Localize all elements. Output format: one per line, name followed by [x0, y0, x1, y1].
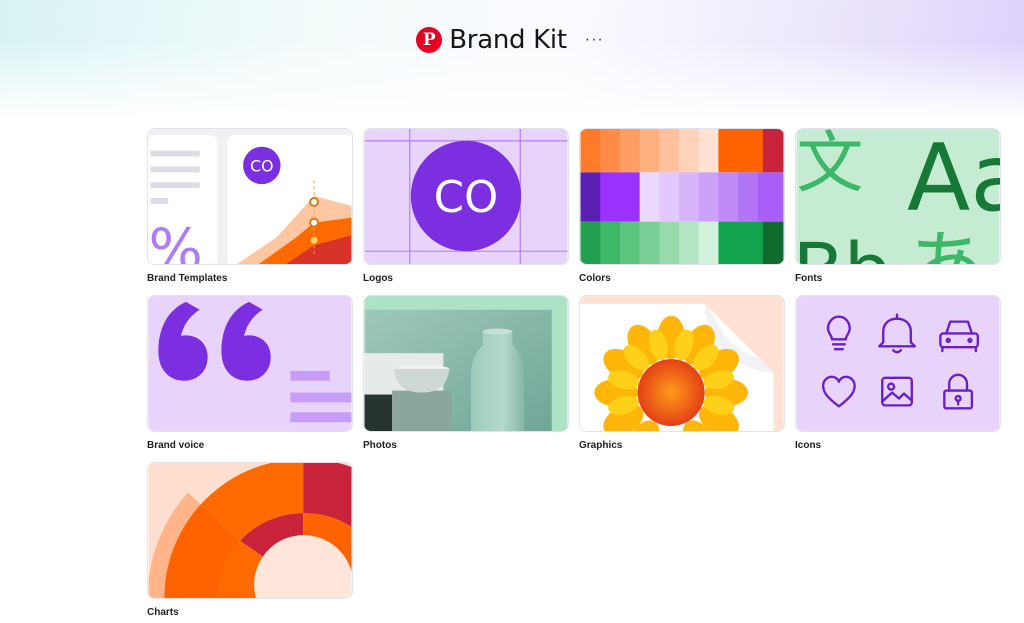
header-gradient — [0, 0, 1024, 120]
svg-text:CO: CO — [250, 156, 273, 175]
card-colors[interactable]: Colors — [579, 128, 785, 284]
card-icons[interactable]: Icons — [795, 295, 1001, 451]
photo-vases-illustration — [364, 296, 568, 431]
brand-templates-thumbnail: % CO — [147, 128, 353, 265]
card-graphics[interactable]: Graphics — [579, 295, 785, 451]
card-label: Graphics — [579, 440, 623, 451]
fonts-illustration: 文 Aa Bb あ — [796, 129, 1000, 264]
icons-thumbnail — [795, 295, 1001, 432]
card-label: Brand Templates — [147, 273, 228, 284]
card-logos[interactable]: CO Logos — [363, 128, 569, 284]
svg-text:%: % — [149, 217, 203, 264]
more-options-button[interactable]: ··· — [581, 30, 608, 50]
icons-illustration — [796, 296, 1000, 431]
svg-text:文: 文 — [797, 129, 864, 202]
card-label: Photos — [363, 440, 397, 451]
card-charts[interactable]: Charts — [147, 462, 353, 618]
card-brand-voice[interactable]: Brand voice — [147, 295, 353, 451]
brand-templates-illustration: % CO — [148, 129, 352, 264]
charts-thumbnail — [147, 462, 353, 599]
card-fonts[interactable]: 文 Aa Bb あ Fonts — [795, 128, 1001, 284]
brand-voice-thumbnail — [147, 295, 353, 432]
photos-thumbnail — [363, 295, 569, 432]
charts-illustration — [148, 463, 352, 598]
card-label: Colors — [579, 273, 611, 284]
card-label: Fonts — [795, 273, 823, 284]
svg-text:Bb: Bb — [796, 227, 891, 264]
graphics-thumbnail — [579, 295, 785, 432]
brand-logo: P — [416, 27, 443, 53]
logos-thumbnail: CO — [363, 128, 569, 265]
sticker-flower-illustration — [580, 296, 784, 431]
colors-thumbnail — [579, 128, 785, 265]
card-label: Brand voice — [147, 440, 205, 451]
header: P Brand Kit ··· — [0, 24, 1024, 56]
card-label: Logos — [363, 273, 393, 284]
brand-kit-grid: % CO Brand Templates CO Logos Colors 文 A… — [147, 128, 1001, 618]
card-brand-templates[interactable]: % CO Brand Templates — [147, 128, 353, 284]
page-title: Brand Kit — [449, 25, 567, 55]
svg-text:CO: CO — [434, 173, 498, 223]
card-label: Charts — [147, 607, 179, 618]
card-photos[interactable]: Photos — [363, 295, 569, 451]
card-label: Icons — [795, 440, 822, 451]
fonts-thumbnail: 文 Aa Bb あ — [795, 128, 1001, 265]
color-swatches — [580, 129, 784, 264]
logos-illustration: CO — [364, 129, 568, 264]
svg-text:あ: あ — [907, 222, 986, 264]
svg-text:Aa: Aa — [907, 129, 1000, 232]
quote-marks-illustration — [148, 296, 352, 431]
